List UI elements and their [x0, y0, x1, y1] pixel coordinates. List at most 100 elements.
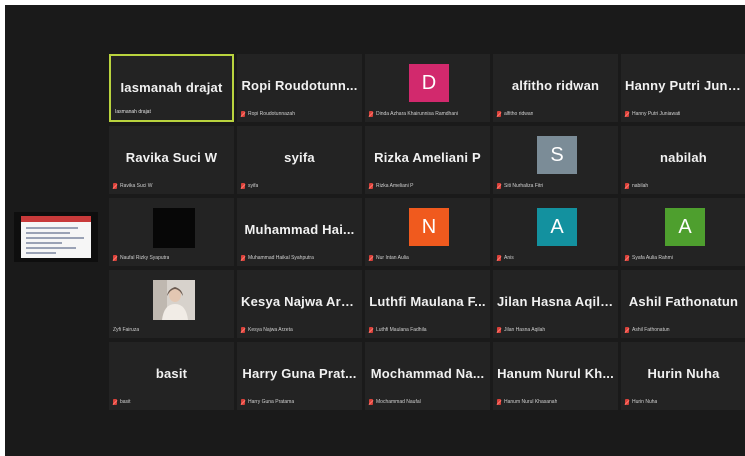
mic-muted-icon [241, 183, 245, 189]
participant-avatar: A [665, 208, 705, 246]
participant-display-name: Luthfi Maulana F... [369, 294, 486, 309]
participant-label-bar: nabilah [625, 182, 744, 190]
participant-label-bar: Siti Nurhaliza Fitri [497, 182, 616, 190]
participant-display-name: nabilah [660, 150, 707, 165]
participant-label-bar: Kesya Najwa Arzeta [241, 326, 360, 334]
participant-tile[interactable]: S Siti Nurhaliza Fitri [493, 126, 618, 194]
participant-label-bar: Hurin Nuha [625, 398, 744, 406]
participant-tile[interactable]: basit basit [109, 342, 234, 410]
participant-tile[interactable]: Hanum Nurul Kh... Hanum Nurul Khasanah [493, 342, 618, 410]
mic-muted-icon [241, 399, 245, 405]
participant-tile[interactable]: Luthfi Maulana F... Luthfi Maulana Fadhil… [365, 270, 490, 338]
mic-muted-icon [625, 327, 629, 333]
participant-tile[interactable]: Kesya Najwa Arz... Kesya Najwa Arzeta [237, 270, 362, 338]
participant-tile[interactable]: alfitho ridwan alfitho ridwan [493, 54, 618, 122]
participant-name-label: basit [120, 399, 131, 405]
participant-tile[interactable]: Mochammad Na... Mochammad Naufal [365, 342, 490, 410]
participant-tile[interactable]: Hurin Nuha Hurin Nuha [621, 342, 745, 410]
participant-name-label: Kesya Najwa Arzeta [248, 327, 293, 333]
mic-muted-icon [497, 111, 501, 117]
participant-display-name: Mochammad Na... [370, 366, 485, 381]
participant-name-label: Nur Intan Aulia [376, 255, 409, 261]
mic-muted-icon [369, 255, 373, 261]
participant-display-name: Ravika Suci W [125, 150, 218, 165]
participant-tile[interactable]: Rizka Ameliani P Rizka Ameliani P [365, 126, 490, 194]
participant-tile[interactable]: Harry Guna Prat... Harry Guna Pratama [237, 342, 362, 410]
mic-muted-icon [241, 111, 245, 117]
participant-display-name: alfitho ridwan [511, 78, 600, 93]
participant-name-label: Dinda Azhara Khairunnisa Ramdhani [376, 111, 458, 117]
participant-tile[interactable]: Naufal Rizky Syaputra [109, 198, 234, 266]
participant-video [153, 280, 195, 320]
participant-name-label: Siti Nurhaliza Fitri [504, 183, 544, 189]
participant-display-name: Jilan Hasna Aqilah [497, 294, 614, 309]
participant-tile[interactable]: Muhammad Hai... Muhammad Haikal Syahputra [237, 198, 362, 266]
participant-name-label: Anis [504, 255, 514, 261]
participant-tile[interactable]: syifa syifa [237, 126, 362, 194]
participant-tile[interactable]: Zyfi Fairuza [109, 270, 234, 338]
participant-name-label: Ravika Suci W [120, 183, 153, 189]
participant-name-label: syifa [248, 183, 259, 189]
participant-name-label: Iasmanah drajat [115, 109, 151, 115]
participant-avatar: D [409, 64, 449, 102]
participant-label-bar: Zyfi Fairuza [113, 326, 232, 334]
participant-grid: Iasmanah drajat Iasmanah drajat Ropi Roudo… [5, 5, 745, 456]
participant-label-bar: Nur Intan Aulia [369, 254, 488, 262]
mic-muted-icon [497, 183, 501, 189]
participant-avatar: A [537, 208, 577, 246]
mic-muted-icon [625, 111, 629, 117]
mic-muted-icon [369, 183, 373, 189]
participant-video [153, 208, 195, 248]
participant-tile[interactable]: N Nur Intan Aulia [365, 198, 490, 266]
participant-tile[interactable]: nabilah nabilah [621, 126, 745, 194]
participant-name-label: Hanny Putri Juniawati [632, 111, 681, 117]
participant-name-label: Hurin Nuha [632, 399, 658, 405]
participant-label-bar: Mochammad Naufal [369, 398, 488, 406]
participant-name-label: Zyfi Fairuza [113, 327, 140, 333]
participant-label-bar: Anis [497, 254, 616, 262]
participant-tile[interactable]: Ashil Fathonatun Ashil Fathonatun [621, 270, 745, 338]
participant-display-name: Kesya Najwa Arz... [241, 294, 358, 309]
participant-name-label: Rizka Ameliani P [376, 183, 414, 189]
participant-tile[interactable]: D Dinda Azhara Khairunnisa Ramdhani [365, 54, 490, 122]
participant-label-bar: Muhammad Haikal Syahputra [241, 254, 360, 262]
mic-muted-icon [497, 255, 501, 261]
participant-display-name: syifa [284, 150, 315, 165]
participant-tile[interactable]: Ravika Suci W Ravika Suci W [109, 126, 234, 194]
mic-muted-icon [369, 111, 373, 117]
participant-name-label: Syafa Aulia Rahmi [632, 255, 673, 261]
mic-muted-icon [369, 399, 373, 405]
mic-muted-icon [113, 399, 117, 405]
participant-tile[interactable]: Iasmanah drajat Iasmanah drajat [109, 54, 234, 122]
participant-label-bar: Ashil Fathonatun [625, 326, 744, 334]
participant-display-name: Iasmanah drajat [120, 80, 223, 95]
participant-display-name: Hurin Nuha [647, 366, 720, 381]
participant-label-bar: Ravika Suci W [113, 182, 232, 190]
participant-label-bar: Jilan Hasna Aqilah [497, 326, 616, 334]
participant-name-label: Ropi Roudotunnazah [248, 111, 295, 117]
participant-name-label: Naufal Rizky Syaputra [120, 255, 170, 261]
participant-display-name: Hanum Nurul Kh... [497, 366, 614, 381]
participant-label-bar: Rizka Ameliani P [369, 182, 488, 190]
participant-display-name: Ropi Roudotunn... [241, 78, 358, 93]
participant-label-bar: Ropi Roudotunnazah [241, 110, 360, 118]
mic-muted-icon [241, 255, 245, 261]
participant-name-label: Ashil Fathonatun [632, 327, 670, 333]
participant-label-bar: Syafa Aulia Rahmi [625, 254, 744, 262]
participant-display-name: basit [155, 366, 188, 381]
participant-name-label: Muhammad Haikal Syahputra [248, 255, 314, 261]
participant-avatar: S [537, 136, 577, 174]
participant-tile[interactable]: Jilan Hasna Aqilah Jilan Hasna Aqilah [493, 270, 618, 338]
participant-tile[interactable]: A Syafa Aulia Rahmi [621, 198, 745, 266]
participant-label-bar: basit [113, 398, 232, 406]
participant-tile[interactable]: Ropi Roudotunn... Ropi Roudotunnazah [237, 54, 362, 122]
mic-muted-icon [113, 255, 117, 261]
mic-muted-icon [497, 327, 501, 333]
participant-tile[interactable]: Hanny Putri Juni... Hanny Putri Juniawati [621, 54, 745, 122]
participant-display-name: Harry Guna Prat... [242, 366, 357, 381]
participant-tile[interactable]: A Anis [493, 198, 618, 266]
participant-label-bar: Dinda Azhara Khairunnisa Ramdhani [369, 110, 488, 118]
participant-avatar: N [409, 208, 449, 246]
participant-display-name: Hanny Putri Juni... [625, 78, 742, 93]
mic-muted-icon [625, 255, 629, 261]
